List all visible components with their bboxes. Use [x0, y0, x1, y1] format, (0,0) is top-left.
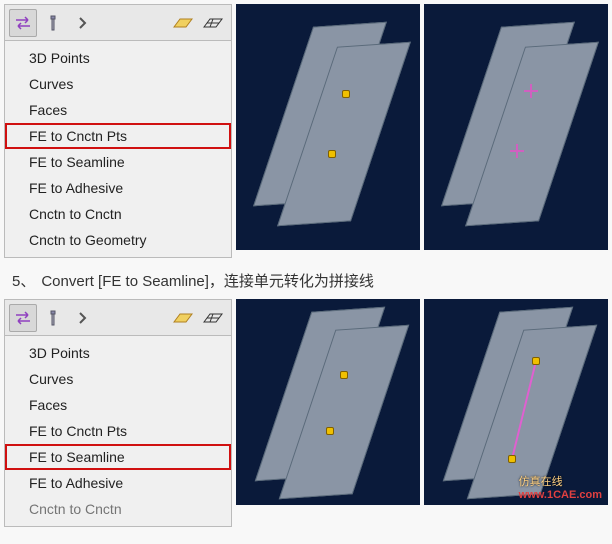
- step-description: 连接单元转化为拼接线: [224, 273, 374, 290]
- step-caption: 5、 Convert [FE to Seamline]，连接单元转化为拼接线: [0, 262, 612, 295]
- watermark: 仿真在线 www.1CAE.com: [519, 473, 602, 501]
- menu-item-cnctn-to-cnctn[interactable]: Cnctn to Cnctn: [5, 496, 231, 522]
- convert-menu-panel-2: 3D Points Curves Faces FE to Cnctn Pts F…: [4, 299, 232, 527]
- tool-mesh-icon[interactable]: [199, 9, 227, 37]
- menu-item-cnctn-to-geometry[interactable]: Cnctn to Geometry: [5, 227, 231, 253]
- tool-mesh-icon[interactable]: [199, 304, 227, 332]
- menu-item-fe-to-adhesive[interactable]: FE to Adhesive: [5, 175, 231, 201]
- menu-item-faces[interactable]: Faces: [5, 97, 231, 123]
- tool-bolt-icon[interactable]: [39, 304, 67, 332]
- tool-swap-icon[interactable]: [9, 9, 37, 37]
- watermark-url: www.1CAE.com: [519, 489, 602, 501]
- menu-item-3d-points[interactable]: 3D Points: [5, 340, 231, 366]
- menu-item-fe-to-cnctn-pts[interactable]: FE to Cnctn Pts: [5, 123, 231, 149]
- toolbar: [5, 300, 231, 336]
- tool-surface-icon[interactable]: [169, 304, 197, 332]
- menu-item-cnctn-to-cnctn[interactable]: Cnctn to Cnctn: [5, 201, 231, 227]
- tool-surface-icon[interactable]: [169, 9, 197, 37]
- viewport-bottom-left[interactable]: [236, 299, 420, 505]
- viewport-top-left[interactable]: [236, 4, 420, 250]
- chevron-right-icon[interactable]: [69, 9, 97, 37]
- step-command: Convert [FE to Seamline]，: [41, 273, 224, 290]
- menu-list: 3D Points Curves Faces FE to Cnctn Pts F…: [5, 41, 231, 257]
- menu-item-curves[interactable]: Curves: [5, 366, 231, 392]
- menu-item-fe-to-adhesive[interactable]: FE to Adhesive: [5, 470, 231, 496]
- menu-list: 3D Points Curves Faces FE to Cnctn Pts F…: [5, 336, 231, 526]
- menu-item-3d-points[interactable]: 3D Points: [5, 45, 231, 71]
- menu-item-faces[interactable]: Faces: [5, 392, 231, 418]
- viewport-bottom-right[interactable]: 仿真在线 www.1CAE.com: [424, 299, 608, 505]
- tool-bolt-icon[interactable]: [39, 9, 67, 37]
- viewport-top-right[interactable]: [424, 4, 608, 250]
- menu-item-fe-to-seamline[interactable]: FE to Seamline: [5, 149, 231, 175]
- toolbar: [5, 5, 231, 41]
- chevron-right-icon[interactable]: [69, 304, 97, 332]
- menu-item-curves[interactable]: Curves: [5, 71, 231, 97]
- step-number: 5、: [12, 273, 35, 290]
- menu-item-fe-to-cnctn-pts[interactable]: FE to Cnctn Pts: [5, 418, 231, 444]
- tool-swap-icon[interactable]: [9, 304, 37, 332]
- watermark-text: 仿真在线: [519, 473, 602, 489]
- convert-menu-panel-1: 3D Points Curves Faces FE to Cnctn Pts F…: [4, 4, 232, 258]
- menu-item-fe-to-seamline[interactable]: FE to Seamline: [5, 444, 231, 470]
